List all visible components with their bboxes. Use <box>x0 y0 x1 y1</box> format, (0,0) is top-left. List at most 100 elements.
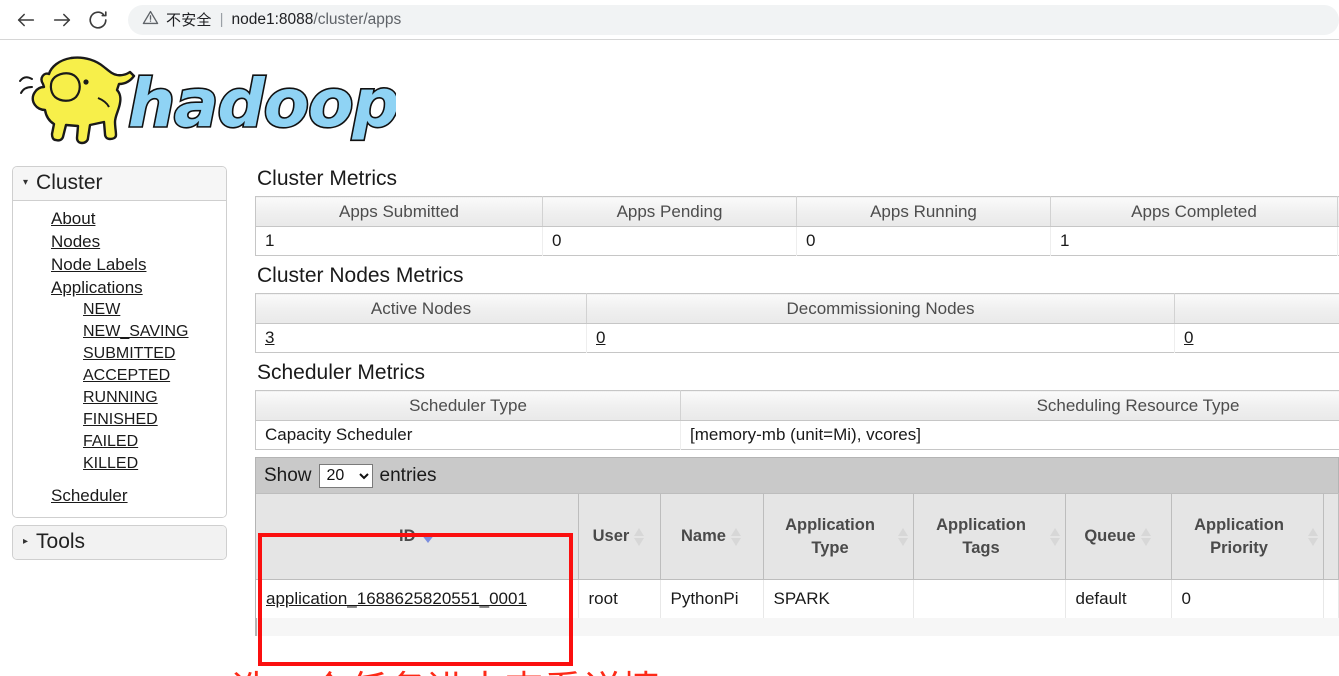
sidebar-cluster-links: About Nodes Node Labels Applications NEW… <box>13 201 226 517</box>
sidebar-item-state-accepted[interactable]: ACCEPTED <box>13 365 226 387</box>
col-application-tags[interactable]: Application Tags <box>913 493 1066 580</box>
cell-apps-submitted: 1 <box>255 226 543 256</box>
col-user[interactable]: User <box>578 493 661 580</box>
sort-none-icon <box>897 527 909 546</box>
cell-apps-running: 0 <box>796 226 1051 256</box>
col-id-label: ID <box>399 527 416 545</box>
reload-icon <box>87 9 109 31</box>
col-application-type-label: Application Type <box>785 515 875 557</box>
sidebar-item-about[interactable]: About <box>13 207 226 230</box>
table-row[interactable]: application_1688625820551_0001 root Pyth… <box>256 579 1339 618</box>
arrow-right-icon <box>51 9 73 31</box>
cluster-metrics-title: Cluster Metrics <box>257 167 398 190</box>
url-host: node1:8088 <box>231 10 314 28</box>
sidebar-item-state-new[interactable]: NEW <box>13 299 226 321</box>
sort-none-icon <box>1049 527 1061 546</box>
col-apps-submitted[interactable]: Apps Submitted <box>255 196 543 227</box>
scheduler-metrics-title: Scheduler Metrics <box>257 361 426 384</box>
table-row: 3 0 0 <box>255 323 1339 353</box>
col-overflow <box>1323 493 1339 580</box>
omnibox-separator: | <box>219 11 224 28</box>
datatable-length-toolbar: Show 20406080100 entries <box>256 458 1338 493</box>
col-application-type[interactable]: Application Type <box>763 493 914 580</box>
decommissioning-nodes-link[interactable]: 0 <box>596 328 605 347</box>
hadoop-logo: hadoop <box>8 48 401 153</box>
application-id-link[interactable]: application_1688625820551_0001 <box>266 589 527 608</box>
col-application-priority[interactable]: Application Priority <box>1171 493 1324 580</box>
cell-scheduling-resource-type: [memory-mb (unit=Mi), vcores] <box>680 420 1339 450</box>
col-decommissioning-nodes[interactable]: Decommissioning Nodes <box>586 293 1175 324</box>
sort-none-icon <box>634 527 645 546</box>
col-apps-pending[interactable]: Apps Pending <box>542 196 797 227</box>
sidebar-item-scheduler[interactable]: Scheduler <box>13 484 226 507</box>
elephant-glyph <box>19 56 136 145</box>
nodes-overflow-link[interactable]: 0 <box>1184 328 1193 347</box>
back-button[interactable] <box>8 2 44 38</box>
sidebar-header-tools-label: Tools <box>36 530 86 553</box>
cell-active-nodes: 3 <box>255 323 587 353</box>
col-apps-completed[interactable]: Apps Completed <box>1050 196 1338 227</box>
forward-button[interactable] <box>44 2 80 38</box>
url-path: /cluster/apps <box>313 10 402 28</box>
page-content: hadoop ▾ Cluster About Nodes Node Labels… <box>0 41 1339 676</box>
nav-block-tools: ▸ Tools <box>12 525 227 560</box>
sidebar-item-applications[interactable]: Applications <box>13 276 226 299</box>
col-application-tags-label: Application Tags <box>936 515 1026 557</box>
cell-apps-completed: 1 <box>1050 226 1338 256</box>
cell-decommissioning-nodes: 0 <box>586 323 1175 353</box>
show-label: Show <box>264 464 312 486</box>
col-application-priority-label: Application Priority <box>1194 515 1284 557</box>
sort-descending-icon <box>420 534 435 543</box>
table-header-row: Apps Submitted Apps Pending Apps Running… <box>255 196 1339 227</box>
scheduler-metrics-table: Scheduler Type Scheduling Resource Type … <box>255 390 1339 450</box>
cell-application-priority: 0 <box>1171 579 1324 618</box>
sidebar-header-tools[interactable]: ▸ Tools <box>13 526 226 559</box>
main-content: Cluster Metrics Apps Submitted Apps Pend… <box>255 166 1339 636</box>
arrow-left-icon <box>15 9 37 31</box>
hadoop-wordmark: hadoop <box>128 65 396 142</box>
sidebar-item-state-killed[interactable]: KILLED <box>13 453 226 475</box>
active-nodes-link[interactable]: 3 <box>265 328 274 347</box>
applications-table-wrapper: Show 20406080100 entries ID Use <box>255 457 1339 636</box>
nav-block-cluster: ▾ Cluster About Nodes Node Labels Applic… <box>12 166 227 518</box>
sort-none-icon <box>1307 527 1319 546</box>
sidebar-item-state-running[interactable]: RUNNING <box>13 387 226 409</box>
cluster-metrics-table: Apps Submitted Apps Pending Apps Running… <box>255 196 1339 256</box>
table-header-row: ID User Name Application Type Applicatio <box>256 493 1339 580</box>
sidebar: ▾ Cluster About Nodes Node Labels Applic… <box>12 166 227 567</box>
cluster-nodes-metrics-title: Cluster Nodes Metrics <box>257 264 464 287</box>
url-text: node1:8088/cluster/apps <box>232 11 402 29</box>
col-scheduler-type[interactable]: Scheduler Type <box>255 390 681 421</box>
col-scheduling-resource-type[interactable]: Scheduling Resource Type <box>680 390 1339 421</box>
cell-application-type: SPARK <box>763 579 914 618</box>
sidebar-item-nodes[interactable]: Nodes <box>13 230 226 253</box>
sidebar-item-state-new-saving[interactable]: NEW_SAVING <box>13 321 226 343</box>
sidebar-item-state-finished[interactable]: FINISHED <box>13 409 226 431</box>
col-name[interactable]: Name <box>660 493 764 580</box>
annotation-text: 选一个任务进去查看详情 <box>232 668 661 676</box>
address-bar[interactable]: 不安全 | node1:8088/cluster/apps <box>128 4 1339 35</box>
col-queue[interactable]: Queue <box>1065 493 1172 580</box>
sidebar-header-cluster-label: Cluster <box>36 171 103 194</box>
cell-apps-pending: 0 <box>542 226 797 256</box>
cell-name: PythonPi <box>660 579 764 618</box>
cell-overflow <box>1323 579 1339 618</box>
sidebar-item-node-labels[interactable]: Node Labels <box>13 253 226 276</box>
sidebar-header-cluster[interactable]: ▾ Cluster <box>13 167 226 201</box>
sidebar-item-state-failed[interactable]: FAILED <box>13 431 226 453</box>
cluster-nodes-metrics-table: Active Nodes Decommissioning Nodes 3 0 0 <box>255 293 1339 353</box>
col-id[interactable]: ID <box>256 493 579 580</box>
table-row-striped-partial <box>256 617 1339 636</box>
table-row: Capacity Scheduler [memory-mb (unit=Mi),… <box>255 420 1339 450</box>
page-length-select[interactable]: 20406080100 <box>318 463 373 488</box>
browser-toolbar: 不安全 | node1:8088/cluster/apps <box>0 0 1339 40</box>
applications-table: ID User Name Application Type Applicatio <box>256 493 1339 618</box>
cell-nodes-overflow: 0 <box>1174 323 1339 353</box>
entries-label: entries <box>379 464 437 486</box>
reload-button[interactable] <box>80 2 116 38</box>
col-active-nodes[interactable]: Active Nodes <box>255 293 587 324</box>
caret-right-icon: ▸ <box>23 536 29 547</box>
col-apps-running[interactable]: Apps Running <box>796 196 1051 227</box>
sidebar-item-state-submitted[interactable]: SUBMITTED <box>13 343 226 365</box>
